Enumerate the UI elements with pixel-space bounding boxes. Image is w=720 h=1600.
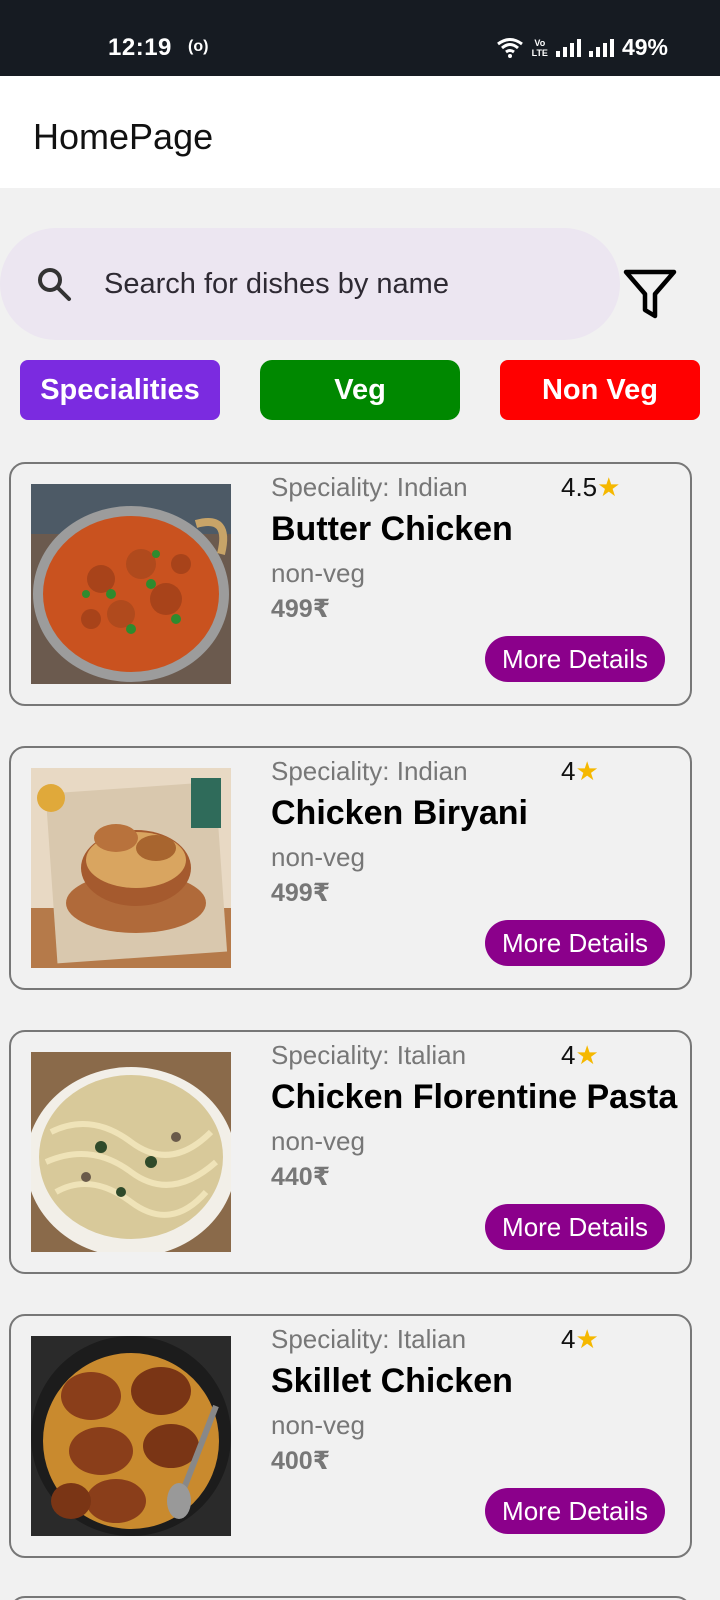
dish-card[interactable]: Speciality: Indian 4★ Chicken Biryani no… bbox=[9, 746, 692, 990]
dish-card[interactable]: Speciality: Indian 4.5★ Butter Chicken n… bbox=[9, 462, 692, 706]
non-veg-button[interactable]: Non Veg bbox=[500, 360, 700, 420]
dish-name: Chicken Biryani bbox=[271, 794, 528, 832]
dish-price: 400₹ bbox=[271, 1447, 331, 1475]
more-details-button[interactable]: More Details bbox=[485, 636, 665, 682]
dish-card[interactable]: Speciality: Italian 4★ Chicken Florentin… bbox=[9, 1030, 692, 1274]
dish-type: non-veg bbox=[271, 558, 365, 588]
dish-card-partial[interactable] bbox=[9, 1596, 692, 1600]
app-bar: HomePage bbox=[0, 76, 720, 188]
status-icons: Vo LTE 49% bbox=[496, 34, 668, 61]
dish-rating: 4★ bbox=[561, 1040, 599, 1070]
specialities-button[interactable]: Specialities bbox=[20, 360, 220, 420]
dish-speciality: Speciality: Italian bbox=[271, 1040, 467, 1070]
more-details-button[interactable]: More Details bbox=[485, 1488, 665, 1534]
page-title: HomePage bbox=[33, 116, 214, 157]
dish-type: non-veg bbox=[271, 842, 365, 872]
dish-price: 499₹ bbox=[271, 879, 331, 907]
status-time: 12:19 bbox=[108, 34, 172, 61]
more-details-button[interactable]: More Details bbox=[485, 1204, 665, 1250]
dish-speciality: Speciality: Indian bbox=[271, 756, 468, 786]
dish-rating: 4★ bbox=[561, 1324, 599, 1354]
dish-card[interactable]: Speciality: Italian 4★ Skillet Chicken n… bbox=[9, 1314, 692, 1558]
wifi-icon bbox=[496, 37, 523, 58]
veg-button[interactable]: Veg bbox=[260, 360, 460, 420]
battery-level: 49% bbox=[621, 34, 668, 60]
filter-icon[interactable] bbox=[620, 264, 680, 324]
signal-icon-1 bbox=[555, 38, 581, 57]
dish-rating: 4★ bbox=[561, 756, 599, 786]
star-icon: ★ bbox=[575, 1040, 599, 1070]
dish-image-chicken-biryani bbox=[31, 768, 231, 968]
search-placeholder: Search for dishes by name bbox=[104, 268, 449, 300]
star-icon: ★ bbox=[597, 472, 621, 502]
star-icon: ★ bbox=[575, 1324, 599, 1354]
search-icon bbox=[38, 268, 71, 301]
more-details-button[interactable]: More Details bbox=[485, 920, 665, 966]
dish-speciality: Speciality: Italian bbox=[271, 1324, 467, 1354]
dish-image-skillet-chicken bbox=[31, 1336, 231, 1536]
dish-price: 499₹ bbox=[271, 595, 331, 623]
dish-name: Skillet Chicken bbox=[271, 1362, 513, 1400]
volte-icon: Vo LTE bbox=[531, 37, 548, 58]
dish-image-chicken-florentine-pasta bbox=[31, 1052, 231, 1252]
status-bar: 12:19 (o) Vo LTE 49% bbox=[0, 0, 720, 76]
search-input[interactable]: Search for dishes by name bbox=[0, 228, 620, 340]
dish-speciality: Speciality: Indian bbox=[271, 472, 468, 502]
dish-type: non-veg bbox=[271, 1410, 365, 1440]
dish-price: 440₹ bbox=[271, 1163, 331, 1191]
star-icon: ★ bbox=[575, 756, 599, 786]
dish-name: Chicken Florentine Pasta bbox=[271, 1078, 678, 1116]
signal-icon-2 bbox=[588, 38, 614, 57]
dish-name: Butter Chicken bbox=[271, 510, 513, 548]
dish-type: non-veg bbox=[271, 1126, 365, 1156]
radio-icon: (o) bbox=[188, 38, 209, 55]
dish-rating: 4.5★ bbox=[561, 472, 621, 502]
dish-image-butter-chicken bbox=[31, 484, 231, 684]
